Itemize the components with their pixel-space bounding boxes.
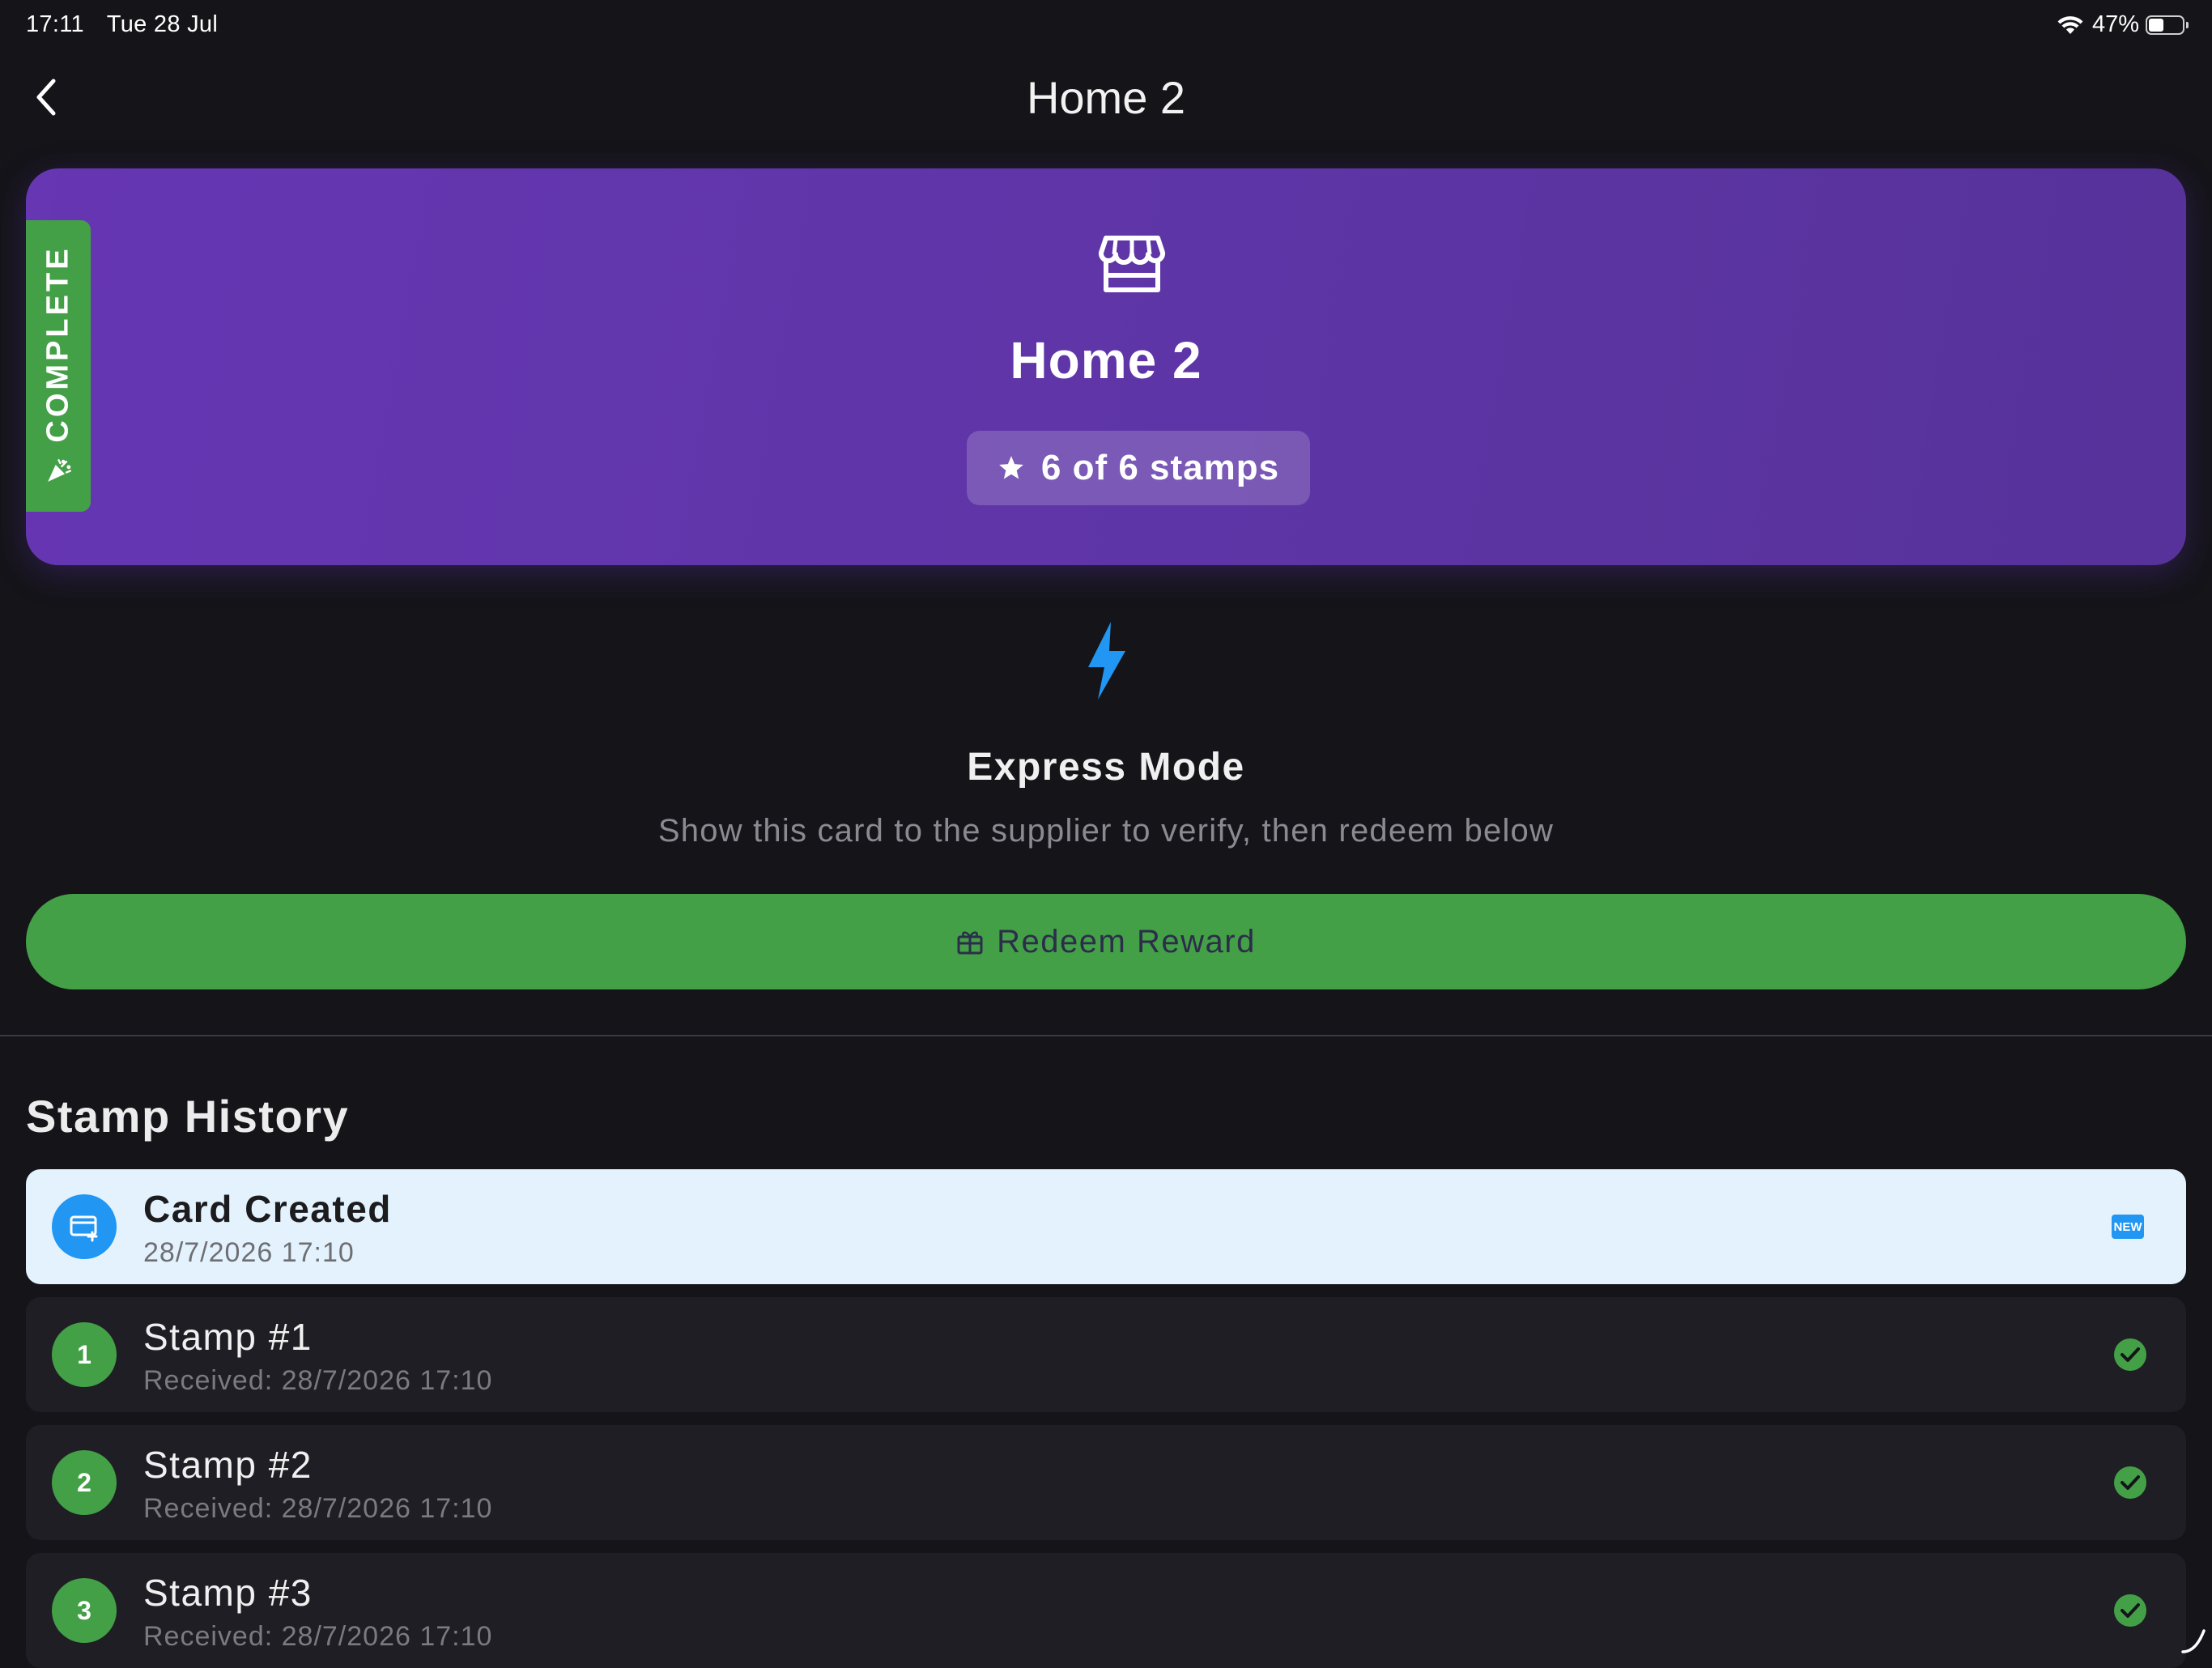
history-item-timestamp: 28/7/2026 17:10 <box>143 1237 355 1268</box>
redeem-reward-label: Redeem Reward <box>997 923 1256 960</box>
express-mode-title: Express Mode <box>967 746 1245 789</box>
status-right: 47% <box>2057 11 2189 38</box>
wifi-icon <box>2057 15 2083 34</box>
check-icon <box>2114 1338 2146 1371</box>
history-item-timestamp: Received: 28/7/2026 17:10 <box>143 1621 493 1652</box>
stamp-number-badge: 3 <box>52 1578 117 1643</box>
divider <box>0 1035 2212 1036</box>
page-title: Home 2 <box>1026 72 1186 123</box>
status-left: 17:11 Tue 28 Jul <box>26 11 234 38</box>
gift-icon <box>957 931 983 955</box>
status-bar: 17:11 Tue 28 Jul 47% <box>0 0 2212 52</box>
history-item-card-created[interactable]: Card Created 28/7/2026 17:10 NEW <box>26 1169 2186 1284</box>
battery-level-fill <box>2149 18 2163 32</box>
store-icon <box>1098 236 1166 292</box>
card-created-badge <box>52 1194 117 1259</box>
history-item-title: Stamp #1 <box>143 1316 313 1358</box>
battery-nub <box>2186 21 2189 28</box>
scroll-corner-indicator <box>2181 1629 2206 1653</box>
navigation-bar: Home 2 <box>0 57 2212 138</box>
new-badge: NEW <box>2112 1215 2144 1239</box>
redeem-reward-button[interactable]: Redeem Reward <box>26 894 2186 989</box>
history-item-timestamp: Received: 28/7/2026 17:10 <box>143 1365 493 1396</box>
history-item-timestamp: Received: 28/7/2026 17:10 <box>143 1493 493 1524</box>
history-item-title: Stamp #3 <box>143 1572 313 1614</box>
party-popper-icon <box>47 459 71 482</box>
check-icon <box>2114 1594 2146 1627</box>
history-item-title: Card Created <box>143 1188 392 1230</box>
battery-icon <box>2146 15 2189 35</box>
history-item-stamp-2[interactable]: 2 Stamp #2 Received: 28/7/2026 17:10 <box>26 1425 2186 1540</box>
card-add-icon <box>70 1215 98 1242</box>
stamp-number-badge: 1 <box>52 1322 117 1387</box>
history-item-stamp-3[interactable]: 3 Stamp #3 Received: 28/7/2026 17:10 <box>26 1553 2186 1668</box>
status-date: Tue 28 Jul <box>106 11 219 37</box>
battery-percent: 47% <box>2091 11 2139 37</box>
loyalty-card: COMPLETE Home 2 6 of 6 stamps <box>26 168 2186 565</box>
stamp-history-title: Stamp History <box>26 1091 350 1142</box>
history-item-title: Stamp #2 <box>143 1444 313 1486</box>
history-item-stamp-1[interactable]: 1 Stamp #1 Received: 28/7/2026 17:10 <box>26 1297 2186 1412</box>
stamp-count-pill: 6 of 6 stamps <box>967 431 1310 505</box>
stamp-number-badge: 2 <box>52 1450 117 1515</box>
check-icon <box>2114 1466 2146 1499</box>
express-mode-subtitle: Show this card to the supplier to verify… <box>657 813 1555 849</box>
bolt-icon <box>1088 622 1125 700</box>
card-name: Home 2 <box>1010 331 1202 389</box>
status-time: 17:11 <box>26 11 84 37</box>
stamp-count-label: 6 of 6 stamps <box>1040 448 1280 487</box>
star-icon <box>999 456 1023 479</box>
